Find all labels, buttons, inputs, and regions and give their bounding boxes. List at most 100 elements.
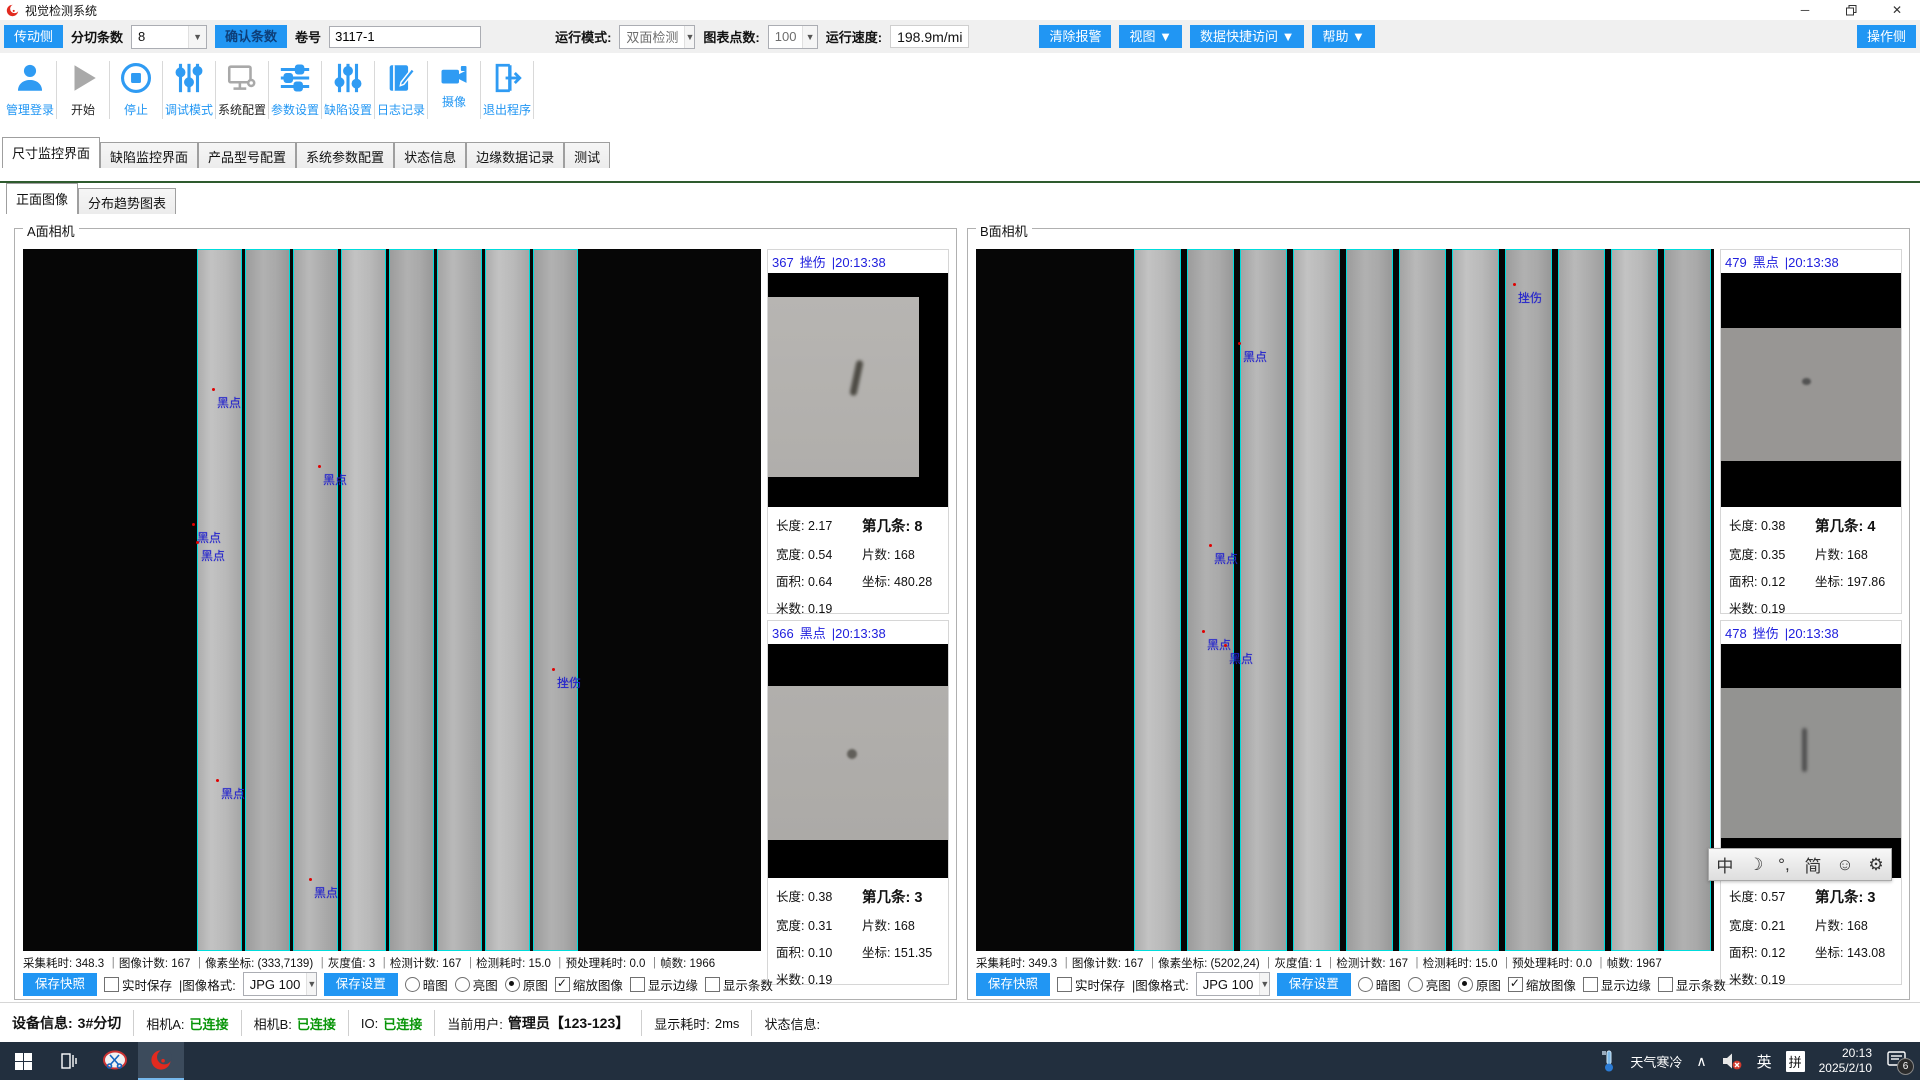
camera-a-conn-status: 已连接 xyxy=(190,1014,229,1033)
material-strip xyxy=(1611,249,1658,951)
exit-program-button[interactable]: 退出程序 xyxy=(481,53,533,118)
title-bar: 视觉检测系统 ─ ✕ xyxy=(0,0,1920,21)
ime-simplified-button[interactable]: 简 xyxy=(1804,852,1821,877)
hidden-icons-chevron[interactable]: ∧ xyxy=(1696,1053,1706,1070)
defect-thumbnail[interactable] xyxy=(1721,273,1901,507)
ime-emoji-button[interactable]: ☺ xyxy=(1836,855,1853,875)
bright-image-radio[interactable]: 亮图 xyxy=(455,975,498,994)
defect-card[interactable]: 366黑点|20:13:38 长度: 0.38 第几条: 3 宽度: 0.31 … xyxy=(767,620,949,985)
notification-center-button[interactable]: 6 xyxy=(1886,1050,1910,1072)
realtime-save-checkbox[interactable]: 实时保存 xyxy=(1057,975,1125,994)
show-count-checkbox[interactable]: 显示条数 xyxy=(705,975,773,994)
v-sliders-icon xyxy=(331,61,365,95)
speaker-muted-icon[interactable] xyxy=(1721,1051,1743,1071)
run-mode-select[interactable]: 双面检测▼ xyxy=(619,25,695,49)
roll-number-input[interactable] xyxy=(329,26,481,48)
clock-date: 2025/2/10 xyxy=(1819,1061,1872,1076)
zoom-image-checkbox[interactable]: 缩放图像 xyxy=(555,975,623,994)
minimize-button[interactable]: ─ xyxy=(1782,0,1828,20)
operator-side-button[interactable]: 操作侧 xyxy=(1857,25,1916,48)
zoom-image-checkbox[interactable]: 缩放图像 xyxy=(1508,975,1576,994)
ime-punctuation-button[interactable]: °, xyxy=(1778,855,1790,875)
chart-points-select[interactable]: 100▼ xyxy=(768,25,818,49)
show-count-checkbox[interactable]: 显示条数 xyxy=(1658,975,1726,994)
data-quick-access-button[interactable]: 数据快捷访问 ▼ xyxy=(1190,25,1304,48)
tab-defect-monitor[interactable]: 缺陷监控界面 xyxy=(100,142,198,168)
log-record-button[interactable]: 日志记录 xyxy=(375,53,427,118)
tab-edge-data-record[interactable]: 边缘数据记录 xyxy=(466,142,564,168)
parameter-settings-button[interactable]: 参数设置 xyxy=(269,53,321,118)
dark-image-radio[interactable]: 暗图 xyxy=(1358,975,1401,994)
snipping-tool-button[interactable] xyxy=(92,1042,138,1080)
video-camera-icon xyxy=(439,61,469,91)
material-strip xyxy=(389,249,434,951)
show-edge-checkbox[interactable]: 显示边缘 xyxy=(630,975,698,994)
thermometer-icon[interactable] xyxy=(1602,1049,1616,1073)
ime-settings-gear-icon[interactable]: ⚙ xyxy=(1868,855,1883,875)
speed-label: 运行速度: xyxy=(826,27,882,46)
camera-a-image[interactable]: 黑点黑点黑点黑点挫伤黑点黑点 xyxy=(23,249,761,951)
start-button[interactable]: 开始 xyxy=(57,53,109,118)
debug-mode-button[interactable]: 调试模式 xyxy=(163,53,215,118)
notification-badge: 6 xyxy=(1897,1058,1914,1075)
image-format-select[interactable]: JPG 100▼ xyxy=(1196,972,1270,996)
camera-a-panel-title: A面相机 xyxy=(23,221,79,240)
drive-side-button[interactable]: 传动侧 xyxy=(4,25,63,48)
original-image-radio[interactable]: 原图 xyxy=(505,975,548,994)
tab-status-info[interactable]: 状态信息 xyxy=(394,142,466,168)
bright-image-radio[interactable]: 亮图 xyxy=(1408,975,1451,994)
defect-thumbnail[interactable] xyxy=(768,644,948,878)
save-settings-button[interactable]: 保存设置 xyxy=(324,973,398,996)
material-strip xyxy=(245,249,290,951)
tab-front-image[interactable]: 正面图像 xyxy=(6,183,78,214)
tab-distribution-trend-chart[interactable]: 分布趋势图表 xyxy=(78,188,176,214)
save-settings-button[interactable]: 保存设置 xyxy=(1277,973,1351,996)
start-button[interactable] xyxy=(0,1042,46,1080)
clear-alarm-button[interactable]: 清除报警 xyxy=(1039,25,1111,48)
show-edge-checkbox[interactable]: 显示边缘 xyxy=(1583,975,1651,994)
defect-settings-button[interactable]: 缺陷设置 xyxy=(322,53,374,118)
clock[interactable]: 20:13 2025/2/10 xyxy=(1819,1046,1872,1076)
run-mode-label: 运行模式: xyxy=(555,27,611,46)
ime-mode-button[interactable]: 中 xyxy=(1716,852,1733,877)
defect-marker-label: 黑点 xyxy=(323,471,347,488)
view-menu-button[interactable]: 视图 ▼ xyxy=(1119,25,1181,48)
restore-button[interactable] xyxy=(1828,0,1874,20)
help-menu-button[interactable]: 帮助 ▼ xyxy=(1312,25,1374,48)
material-strip xyxy=(1452,249,1499,951)
defect-marker-label: 黑点 xyxy=(1229,650,1253,667)
slit-count-select[interactable]: 8▼ xyxy=(131,25,207,49)
capture-button[interactable]: 摄像 xyxy=(428,53,480,110)
dark-image-radio[interactable]: 暗图 xyxy=(405,975,448,994)
original-image-radio[interactable]: 原图 xyxy=(1458,975,1501,994)
save-snapshot-button[interactable]: 保存快照 xyxy=(23,973,97,996)
defect-card[interactable]: 479黑点|20:13:38 长度: 0.38 第几条: 4 宽度: 0.35 … xyxy=(1720,249,1902,614)
defect-card[interactable]: 478挫伤|20:13:38 长度: 0.57 第几条: 3 宽度: 0.21 … xyxy=(1720,620,1902,985)
weather-status-text[interactable]: 天气寒冷 xyxy=(1630,1052,1682,1071)
ime-language-bar: 中 ☽ °, 简 ☺ ⚙ xyxy=(1708,848,1892,881)
system-config-button[interactable]: 系统配置 xyxy=(216,53,268,118)
stop-icon xyxy=(119,61,153,95)
stop-button[interactable]: 停止 xyxy=(110,53,162,118)
task-view-button[interactable] xyxy=(46,1042,92,1080)
close-button[interactable]: ✕ xyxy=(1874,0,1920,20)
defect-card[interactable]: 367挫伤|20:13:38 长度: 2.17 第几条: 8 宽度: 0.54 … xyxy=(767,249,949,614)
save-snapshot-button[interactable]: 保存快照 xyxy=(976,973,1050,996)
realtime-save-checkbox[interactable]: 实时保存 xyxy=(104,975,172,994)
defect-thumbnail[interactable] xyxy=(768,273,948,507)
inspection-app-taskbar-button[interactable] xyxy=(138,1042,184,1080)
tab-size-monitor[interactable]: 尺寸监控界面 xyxy=(2,137,100,168)
language-indicator[interactable]: 英 xyxy=(1757,1051,1772,1072)
camera-b-image[interactable]: 挫伤黑点黑点黑点黑点 xyxy=(976,249,1714,951)
defect-thumbnail[interactable] xyxy=(1721,644,1901,878)
confirm-count-button[interactable]: 确认条数 xyxy=(215,25,287,48)
admin-login-button[interactable]: 管理登录 xyxy=(4,53,56,118)
ime-indicator[interactable]: 拼 xyxy=(1786,1051,1805,1072)
defect-details: 长度: 2.17 第几条: 8 宽度: 0.54 片数: 168 面积: 0.6… xyxy=(768,507,948,617)
ime-fullwidth-icon[interactable]: ☽ xyxy=(1748,855,1763,875)
tab-system-param-config[interactable]: 系统参数配置 xyxy=(296,142,394,168)
image-format-select[interactable]: JPG 100▼ xyxy=(243,972,317,996)
tab-test[interactable]: 测试 xyxy=(564,142,610,168)
app-window: 视觉检测系统 ─ ✕ 传动侧 分切条数 8▼ 确认条数 卷号 运行模式: 双面检… xyxy=(0,0,1920,1080)
tab-product-model-config[interactable]: 产品型号配置 xyxy=(198,142,296,168)
